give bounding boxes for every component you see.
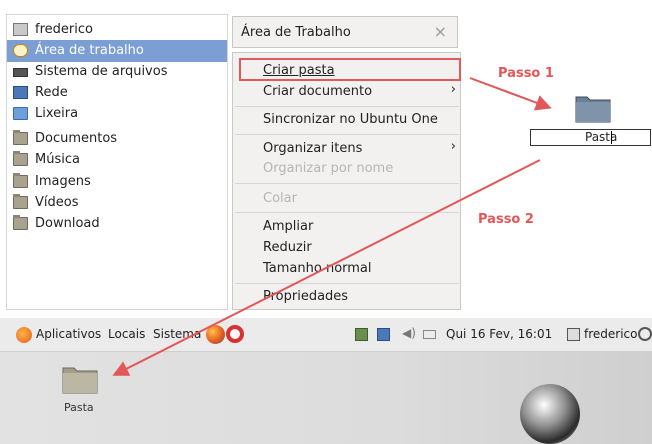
step-1-arrow <box>469 77 552 111</box>
power-icon[interactable] <box>638 327 652 341</box>
sidebar-item-documentos[interactable]: Documentos <box>7 128 227 150</box>
folder-icon <box>13 151 28 166</box>
menu-separator <box>235 212 459 213</box>
sidebar-item-label: Sistema de arquivos <box>35 64 168 79</box>
menu-separator <box>235 106 459 107</box>
criar-pasta-highlight <box>239 58 461 81</box>
network-icon <box>13 86 28 99</box>
sidebar-item-frederico[interactable]: frederico <box>7 19 227 41</box>
volume-icon[interactable]: ◀) <box>402 326 416 340</box>
folder-icon[interactable] <box>62 364 98 394</box>
desktop-folder-label: Pasta <box>64 401 94 414</box>
menu-item-criar-documento[interactable]: Criar documento <box>263 82 372 102</box>
menu-item-organizar-itens[interactable]: Organizar itens <box>263 139 362 159</box>
gnome-foot-icon[interactable] <box>16 327 32 343</box>
rename-value: Pasta <box>585 130 618 144</box>
menu-item-tamanho-normal[interactable]: Tamanho normal <box>263 259 372 279</box>
context-menu: Criar pasta Criar documento › Sincroniza… <box>232 52 461 310</box>
menu-separator <box>235 134 459 135</box>
sidebar-item-label: Rede <box>35 85 68 100</box>
rename-field[interactable]: Pasta <box>530 129 651 146</box>
places-sidebar: frederico Área de trabalho Sistema de ar… <box>6 14 228 310</box>
user-icon <box>567 328 580 341</box>
desktop-tab[interactable]: Área de Trabalho × <box>232 16 458 48</box>
wallpaper-drop <box>520 384 580 444</box>
folder-icon <box>13 130 28 145</box>
chevron-right-icon: › <box>450 82 456 97</box>
menu-item-sincronizar[interactable]: Sincronizar no Ubuntu One <box>263 110 438 130</box>
drive-icon <box>13 68 28 77</box>
step-1-label: Passo 1 <box>498 66 554 81</box>
sidebar-item-videos[interactable]: Vídeos <box>7 192 227 214</box>
mail-icon[interactable] <box>423 330 436 339</box>
tab-title: Área de Trabalho <box>241 25 351 40</box>
desktop-icon <box>13 44 28 57</box>
menu-item-organizar-por-nome: Organizar por nome <box>263 161 394 176</box>
firefox-icon[interactable] <box>206 325 225 344</box>
sidebar-item-label: Área de trabalho <box>35 43 144 58</box>
menu-separator <box>235 183 459 184</box>
menu-sistema[interactable]: Sistema <box>153 327 201 341</box>
chevron-right-icon: › <box>450 139 456 154</box>
sidebar-item-label: Download <box>35 216 100 231</box>
trash-icon <box>13 107 28 120</box>
close-icon[interactable]: × <box>434 22 447 41</box>
folder-icon[interactable] <box>575 93 611 123</box>
network-icon[interactable] <box>377 328 390 341</box>
sidebar-item-label: Música <box>35 152 80 167</box>
menu-item-reduzir[interactable]: Reduzir <box>263 238 312 258</box>
sidebar-item-label: Lixeira <box>35 106 79 121</box>
sidebar-item-sistema-de-arquivos[interactable]: Sistema de arquivos <box>7 61 227 83</box>
text-cursor <box>611 131 612 144</box>
sidebar-item-label: Vídeos <box>35 195 79 210</box>
folder-icon <box>13 173 28 188</box>
sidebar-item-rede[interactable]: Rede <box>7 82 227 104</box>
menu-aplicativos[interactable]: Aplicativos <box>36 327 101 341</box>
sidebar-item-download[interactable]: Download <box>7 213 227 235</box>
step-2-label: Passo 2 <box>478 212 534 227</box>
menu-item-propriedades[interactable]: Propriedades <box>263 287 348 307</box>
menu-item-ampliar[interactable]: Ampliar <box>263 217 313 237</box>
top-panel: Aplicativos Locais Sistema ◀) Qui 16 Fev… <box>0 318 652 352</box>
home-folder-icon <box>13 23 28 36</box>
menu-locais[interactable]: Locais <box>108 327 145 341</box>
menu-separator <box>235 283 459 284</box>
user-name[interactable]: frederico <box>584 327 637 341</box>
update-icon[interactable] <box>355 328 368 341</box>
help-icon[interactable] <box>226 325 244 343</box>
menu-item-colar: Colar <box>263 191 297 206</box>
sidebar-item-label: Documentos <box>35 131 118 146</box>
folder-icon <box>13 215 28 230</box>
sidebar-item-label: Imagens <box>35 174 91 189</box>
sidebar-item-area-de-trabalho[interactable]: Área de trabalho <box>7 40 227 62</box>
sidebar-item-lixeira[interactable]: Lixeira <box>7 103 227 125</box>
clock[interactable]: Qui 16 Fev, 16:01 <box>446 327 552 341</box>
sidebar-item-label: frederico <box>35 22 93 37</box>
folder-icon <box>13 194 28 209</box>
sidebar-item-musica[interactable]: Música <box>7 149 227 171</box>
sidebar-item-imagens[interactable]: Imagens <box>7 171 227 193</box>
